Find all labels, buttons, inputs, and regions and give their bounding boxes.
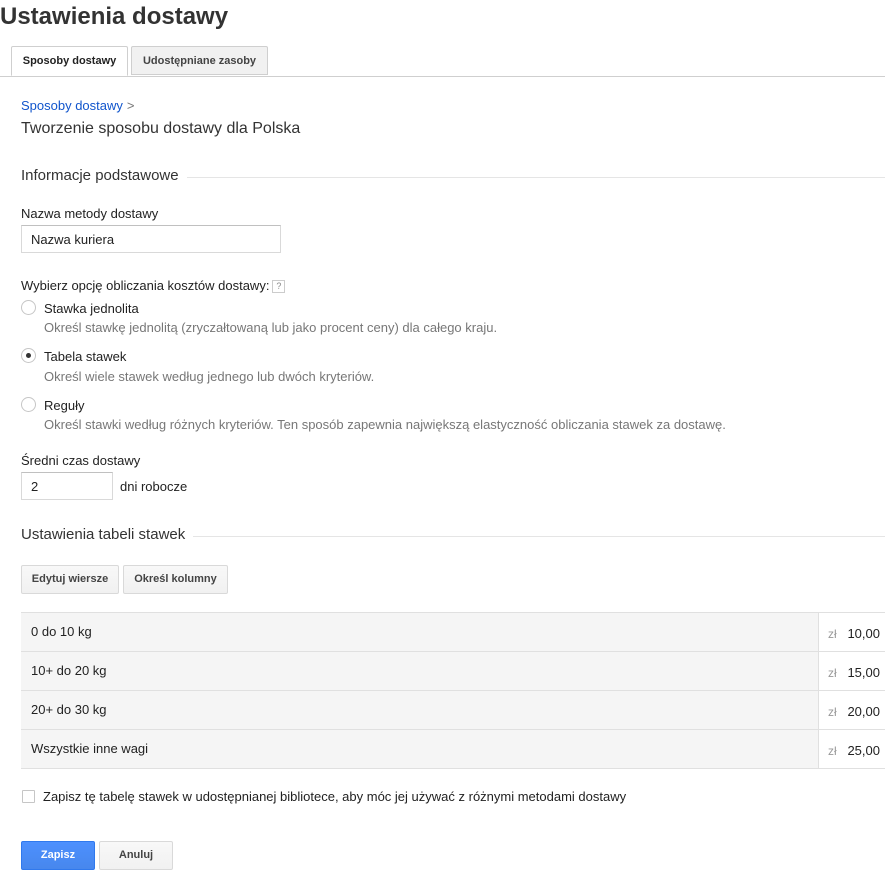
currency-label: zł xyxy=(828,705,837,719)
page-subtitle: Tworzenie sposobu dostawy dla Polska xyxy=(21,120,301,137)
save-button[interactable]: Zapisz xyxy=(21,841,95,870)
table-row: 20+ do 30 kg zł 20,00 xyxy=(21,691,885,730)
calc-option-label-text: Wybierz opcję obliczania kosztów dostawy… xyxy=(21,278,270,293)
radio-desc-rules: Określ stawki według różnych kryteriów. … xyxy=(44,417,726,432)
radio-desc-flat-rate: Określ stawkę jednolitą (zryczałtowaną l… xyxy=(44,320,498,335)
method-name-label: Nazwa metody dostawy xyxy=(21,206,159,221)
calc-option-label: Wybierz opcję obliczania kosztów dostawy… xyxy=(21,278,286,294)
rate-value-cell[interactable]: zł 10,00 xyxy=(818,613,885,651)
rate-value-cell[interactable]: zł 15,00 xyxy=(818,652,885,690)
table-row: 10+ do 20 kg zł 15,00 xyxy=(21,652,885,691)
page-title: Ustawienia dostawy xyxy=(0,3,229,30)
rate-table: 0 do 10 kg zł 10,00 10+ do 20 kg zł 15,0… xyxy=(21,612,885,769)
radio-label-rate-table[interactable]: Tabela stawek xyxy=(44,349,126,364)
save-table-checkbox-label[interactable]: Zapisz tę tabelę stawek w udostępnianej … xyxy=(43,789,626,804)
rate-condition: 20+ do 30 kg xyxy=(31,702,107,717)
avg-delivery-time-input[interactable] xyxy=(21,472,113,500)
breadcrumb-link-shipping-methods[interactable]: Sposoby dostawy xyxy=(21,98,123,113)
radio-rules[interactable] xyxy=(21,397,36,412)
currency-label: zł xyxy=(828,627,837,641)
radio-rate-table[interactable] xyxy=(21,348,36,363)
tab-shared-resources[interactable]: Udostępniane zasoby xyxy=(131,46,268,75)
avg-delivery-time-unit: dni robocze xyxy=(120,479,188,494)
breadcrumb: Sposoby dostawy > xyxy=(21,98,135,113)
rate-value-cell[interactable]: zł 20,00 xyxy=(818,691,885,729)
radio-desc-rate-table: Określ wiele stawek według jednego lub d… xyxy=(44,369,375,384)
radio-label-rules[interactable]: Reguły xyxy=(44,398,84,413)
table-row: 0 do 10 kg zł 10,00 xyxy=(21,613,885,652)
method-name-input[interactable] xyxy=(21,225,281,253)
rate-value: 10,00 xyxy=(847,626,880,641)
radio-label-flat-rate[interactable]: Stawka jednolita xyxy=(44,301,139,316)
define-columns-button[interactable]: Określ kolumny xyxy=(123,565,228,594)
rate-value-cell[interactable]: zł 25,00 xyxy=(818,730,885,768)
tab-shipping-methods[interactable]: Sposoby dostawy xyxy=(11,46,128,76)
save-table-checkbox[interactable] xyxy=(22,790,35,803)
rate-condition: 10+ do 20 kg xyxy=(31,663,107,678)
rate-value: 20,00 xyxy=(847,704,880,719)
currency-label: zł xyxy=(828,666,837,680)
tab-bar: Sposoby dostawy Udostępniane zasoby xyxy=(0,46,885,77)
section-heading-basic-info: Informacje podstawowe xyxy=(21,167,187,184)
rate-condition: Wszystkie inne wagi xyxy=(31,741,149,756)
table-row: Wszystkie inne wagi zł 25,00 xyxy=(21,730,885,769)
rate-value: 25,00 xyxy=(847,743,880,758)
cancel-button[interactable]: Anuluj xyxy=(99,841,173,870)
rate-value: 15,00 xyxy=(847,665,880,680)
avg-delivery-time-label: Średni czas dostawy xyxy=(21,453,141,468)
section-heading-rate-table: Ustawienia tabeli stawek xyxy=(21,526,194,543)
breadcrumb-separator: > xyxy=(126,98,135,113)
currency-label: zł xyxy=(828,744,837,758)
rate-condition: 0 do 10 kg xyxy=(31,624,92,639)
edit-rows-button[interactable]: Edytuj wiersze xyxy=(21,565,119,594)
radio-flat-rate[interactable] xyxy=(21,300,36,315)
help-icon[interactable]: ? xyxy=(272,280,286,294)
